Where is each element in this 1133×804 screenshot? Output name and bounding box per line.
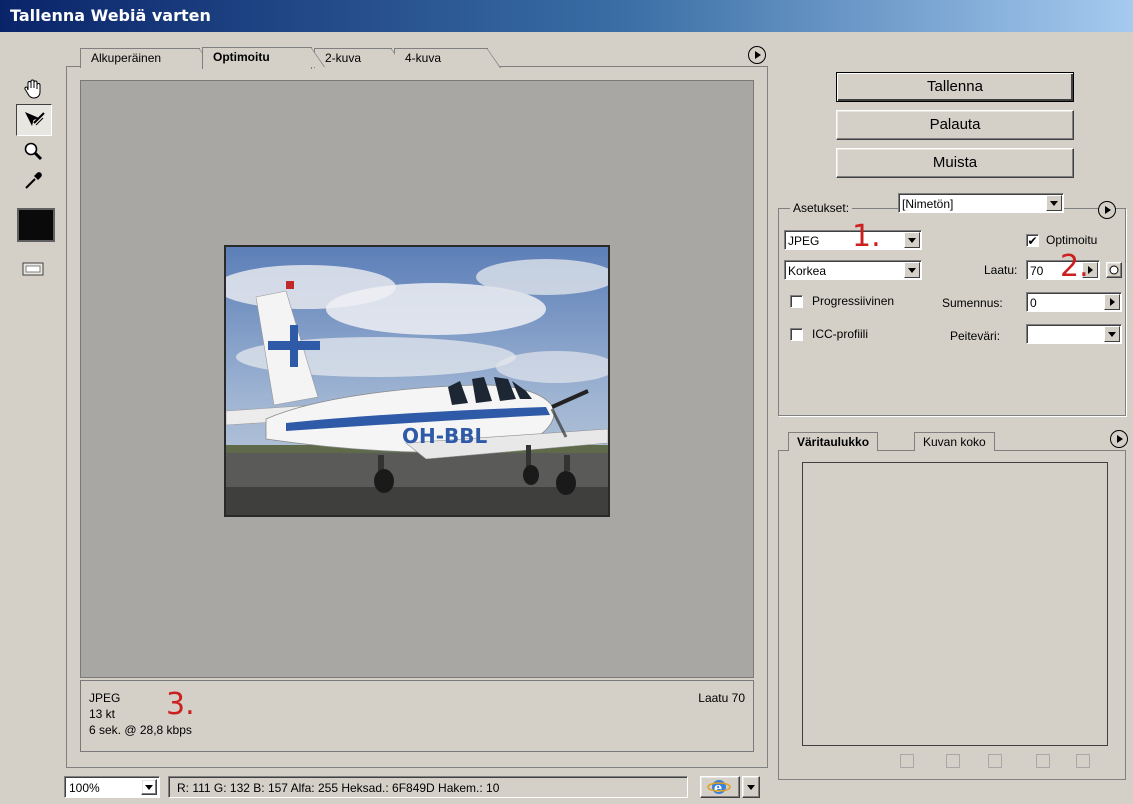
slice-visibility-icon	[22, 262, 44, 276]
airplane-photo: OH-BBL	[224, 245, 610, 517]
tab-2-up[interactable]: 2-kuva	[314, 48, 405, 68]
settings-menu-button[interactable]	[1098, 201, 1116, 219]
progressive-checkbox[interactable]	[790, 295, 803, 308]
zoom-select[interactable]: 100%	[64, 776, 160, 798]
info-format: JPEG	[89, 691, 121, 705]
settings-preset-value: [Nimetön]	[902, 197, 954, 211]
reset-button[interactable]: Palauta	[836, 110, 1074, 140]
new-color-icon[interactable]	[1036, 754, 1050, 768]
icc-profile-checkbox[interactable]	[790, 328, 803, 341]
blur-input[interactable]: 0	[1026, 292, 1122, 312]
quality-mask-button[interactable]	[1106, 262, 1122, 278]
preview-menu-button[interactable]	[748, 46, 766, 64]
eyedropper-color-swatch[interactable]	[17, 208, 55, 242]
tab-label: Väritaulukko	[797, 435, 870, 449]
preview-in-browser-button[interactable]: e	[700, 776, 740, 798]
tab-label: Alkuperäinen	[91, 51, 162, 65]
chevron-down-icon	[1104, 326, 1120, 342]
info-quality: Laatu 70	[698, 691, 745, 705]
optimized-checkbox[interactable]: ✔	[1026, 234, 1039, 248]
quality-value: 70	[1030, 264, 1044, 278]
color-readout: R: 111 G: 132 B: 157 Alfa: 255 Heksad.: …	[168, 776, 688, 798]
annotation-3: 3.	[166, 687, 195, 722]
chevron-down-icon	[141, 779, 157, 795]
hand-icon	[24, 79, 41, 99]
airplane-image: OH-BBL	[226, 247, 608, 515]
save-button[interactable]: Tallenna	[836, 72, 1074, 102]
eyedropper-tool[interactable]	[16, 166, 50, 196]
tab-label: 2-kuva	[325, 51, 362, 65]
tab-image-size[interactable]: Kuvan koko	[914, 432, 995, 451]
quality-preset-select[interactable]: Korkea	[784, 260, 922, 280]
info-size: 13 kt	[89, 707, 116, 721]
settings-label: Asetukset:	[790, 201, 853, 215]
matte-select[interactable]	[1026, 324, 1122, 344]
zoom-tool[interactable]	[16, 136, 50, 166]
annotation-1: 1.	[852, 219, 881, 254]
color-readout-text: R: 111 G: 132 B: 157 Alfa: 255 Heksad.: …	[177, 781, 500, 795]
tab-label: Optimoitu	[213, 50, 270, 64]
settings-preset-select[interactable]: [Nimetön]	[898, 193, 1064, 213]
hand-tool[interactable]	[16, 74, 50, 104]
toggle-slices-button[interactable]	[16, 254, 50, 284]
zoom-value: 100%	[69, 781, 100, 795]
tab-label: 4-kuva	[405, 51, 442, 65]
slice-select-tool[interactable]	[16, 104, 52, 136]
quality-preset-value: Korkea	[788, 264, 827, 278]
title-bar: Tallenna Webiä varten	[0, 0, 1133, 32]
web-shift-icon[interactable]	[946, 754, 960, 768]
tab-label: Kuvan koko	[923, 435, 986, 449]
map-color-icon[interactable]	[900, 754, 914, 768]
blur-value: 0	[1030, 296, 1037, 310]
info-download-time: 6 sek. @ 28,8 kbps	[89, 723, 192, 737]
blur-label: Sumennus:	[942, 296, 1003, 310]
matte-label: Peiteväri:	[950, 329, 1001, 343]
browser-icon: e	[707, 780, 731, 796]
quality-mask-icon	[1109, 265, 1119, 275]
annotation-2: 2.	[1060, 249, 1089, 284]
tab-optimized[interactable]: Optimoitu	[202, 47, 325, 69]
icc-profile-label: ICC-profiili	[812, 327, 869, 341]
chevron-down-icon	[1046, 195, 1062, 211]
tab-4-up[interactable]: 4-kuva	[394, 48, 501, 68]
chevron-down-icon	[904, 232, 920, 248]
trash-icon[interactable]	[1076, 754, 1090, 768]
eyedropper-icon	[25, 172, 42, 189]
slice-select-icon	[25, 112, 45, 126]
optimized-label: Optimoitu	[1046, 233, 1098, 247]
file-format-value: JPEG	[788, 234, 820, 248]
lock-color-icon[interactable]	[988, 754, 1002, 768]
chevron-down-icon	[747, 785, 755, 790]
window-title: Tallenna Webiä varten	[10, 6, 211, 25]
chevron-down-icon	[904, 262, 920, 278]
remember-button[interactable]: Muista	[836, 148, 1074, 178]
tab-original[interactable]: Alkuperäinen	[80, 48, 213, 68]
registration-text: OH-BBL	[402, 424, 488, 448]
color-table-menu-button[interactable]	[1110, 430, 1128, 448]
tab-color-table[interactable]: Väritaulukko	[788, 432, 879, 451]
chevron-right-icon	[1104, 294, 1120, 310]
quality-label: Laatu:	[984, 263, 1018, 277]
browser-menu-button[interactable]	[742, 776, 760, 798]
image-preview-area[interactable]: OH-BBL	[80, 80, 754, 678]
color-table-grid[interactable]	[802, 462, 1108, 746]
progressive-label: Progressiivinen	[812, 294, 895, 308]
zoom-icon	[24, 142, 43, 161]
